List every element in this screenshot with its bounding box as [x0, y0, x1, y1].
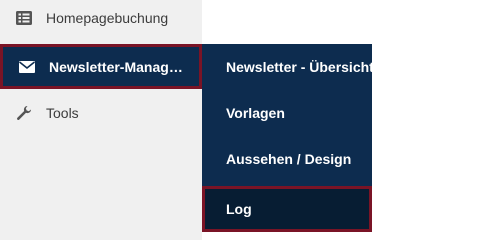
newsletter-submenu: Newsletter - Übersicht Vorlagen Aussehen…: [202, 44, 374, 232]
sidebar-item-label: Newsletter-Managemen…: [49, 58, 189, 75]
sidebar-item-homepagebuchung[interactable]: Homepagebuchung: [0, 0, 202, 40]
sidebar-item-label: Tools: [46, 105, 79, 121]
sidebar: Homepagebuchung Newsletter-Managemen… To…: [0, 0, 202, 240]
envelope-icon: [17, 57, 37, 77]
sidebar-item-label: Homepagebuchung: [46, 10, 169, 26]
app-stage: Homepagebuchung Newsletter-Managemen… To…: [0, 0, 500, 240]
wrench-icon: [14, 103, 34, 123]
sidebar-item-newsletter-management[interactable]: Newsletter-Managemen…: [0, 44, 202, 89]
submenu-item-aussehen-design[interactable]: Aussehen / Design: [202, 136, 372, 182]
list-icon: [14, 8, 34, 28]
submenu-item-newsletter-uebersicht[interactable]: Newsletter - Übersicht: [202, 44, 374, 90]
submenu-item-log[interactable]: Log: [202, 186, 372, 232]
sidebar-item-tools[interactable]: Tools: [0, 91, 202, 135]
submenu-item-vorlagen[interactable]: Vorlagen: [202, 90, 372, 136]
